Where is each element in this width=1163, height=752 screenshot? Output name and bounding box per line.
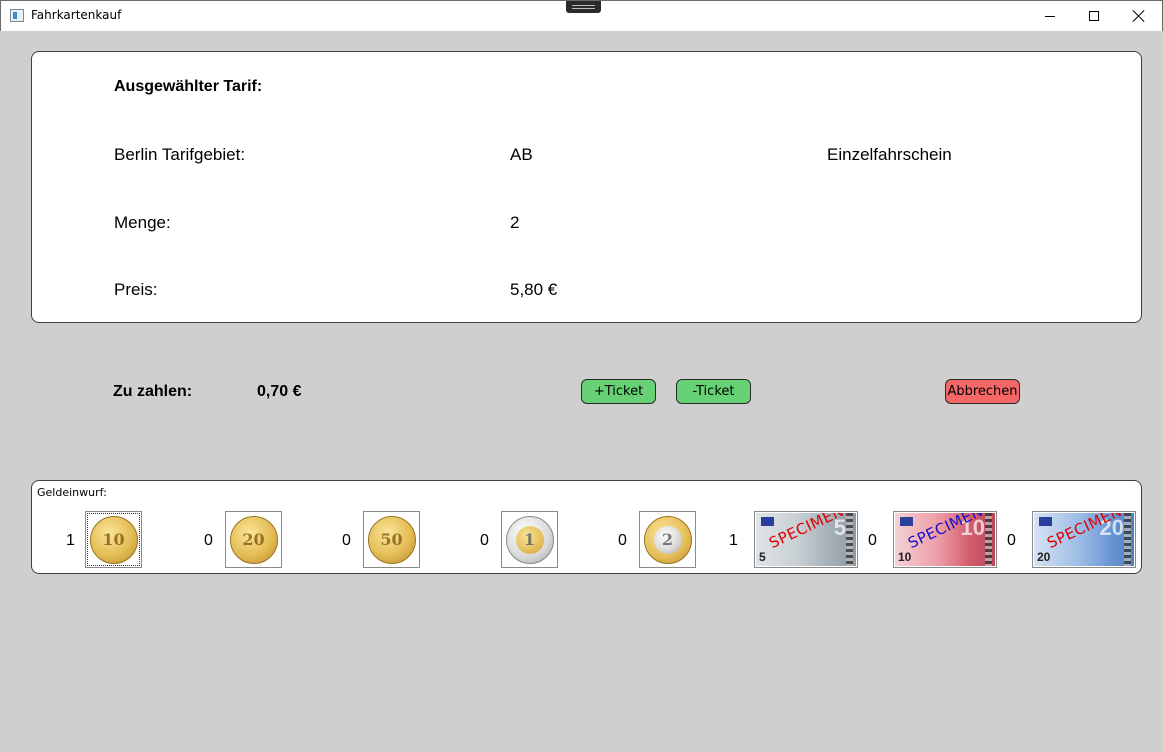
cancel-button[interactable]: Abbrechen <box>945 379 1020 404</box>
coin-count-2-euro: 0 <box>618 532 627 549</box>
10-cent-coin-icon: 10 <box>89 515 138 564</box>
price-value: 5,80 € <box>510 280 558 299</box>
amount-due-value: 0,70 € <box>257 383 302 400</box>
coin-count-50-cent: 0 <box>342 532 351 549</box>
close-icon <box>1133 10 1145 22</box>
1-euro-coin-icon: 1 <box>505 515 554 564</box>
2-euro-coin-icon: 2 <box>643 515 692 564</box>
window-title: Fahrkartenkauf <box>31 8 122 22</box>
ticket-type: Einzelfahrschein <box>827 145 952 164</box>
note-count-10-euro: 0 <box>868 532 877 549</box>
coin-count-20-cent: 0 <box>204 532 213 549</box>
money-insert-title: Geldeinwurf: <box>37 486 107 499</box>
50-cent-coin-icon: 50 <box>367 515 416 564</box>
10-euro-note-icon: 10 10 SPECIMEN <box>895 513 995 566</box>
quantity-label: Menge: <box>114 213 171 232</box>
maximize-button[interactable] <box>1071 1 1117 31</box>
amount-due-label: Zu zahlen: <box>113 383 193 400</box>
app-window-icon <box>10 9 24 22</box>
add-ticket-button[interactable]: +Ticket <box>581 379 656 404</box>
insert-20-euro-button[interactable]: 20 20 SPECIMEN <box>1032 511 1136 568</box>
price-label: Preis: <box>114 280 158 299</box>
title-bar: Fahrkartenkauf <box>0 0 1163 31</box>
20-euro-note-icon: 20 20 SPECIMEN <box>1034 513 1134 566</box>
insert-1-euro-button[interactable]: 1 <box>501 511 558 568</box>
maximize-icon <box>1089 11 1099 21</box>
drag-grip-icon[interactable] <box>566 1 601 13</box>
tariff-heading: Ausgewählter Tarif: <box>114 78 263 95</box>
coin-count-1-euro: 0 <box>480 532 489 549</box>
remove-ticket-button[interactable]: -Ticket <box>676 379 751 404</box>
insert-2-euro-button[interactable]: 2 <box>639 511 696 568</box>
tariff-area-value: AB <box>510 145 533 164</box>
minimize-icon <box>1045 15 1055 17</box>
20-cent-coin-icon: 20 <box>229 515 278 564</box>
tariff-area-label: Berlin Tarifgebiet: <box>114 145 246 164</box>
insert-10-cent-button[interactable]: 10 <box>85 511 142 568</box>
money-insert-panel: Geldeinwurf: 1 10 0 20 0 50 0 1 0 2 1 5 … <box>31 480 1142 574</box>
tariff-panel: Ausgewählter Tarif: Berlin Tarifgebiet: … <box>31 51 1142 323</box>
quantity-value: 2 <box>510 213 520 232</box>
minimize-button[interactable] <box>1027 1 1073 31</box>
insert-10-euro-button[interactable]: 10 10 SPECIMEN <box>893 511 997 568</box>
coin-count-10-cent: 1 <box>66 532 75 549</box>
insert-20-cent-button[interactable]: 20 <box>225 511 282 568</box>
note-count-20-euro: 0 <box>1007 532 1016 549</box>
close-button[interactable] <box>1116 1 1162 31</box>
5-euro-note-icon: 5 5 SPECIMEN <box>756 513 856 566</box>
note-count-5-euro: 1 <box>729 532 738 549</box>
insert-5-euro-button[interactable]: 5 5 SPECIMEN <box>754 511 858 568</box>
insert-50-cent-button[interactable]: 50 <box>363 511 420 568</box>
